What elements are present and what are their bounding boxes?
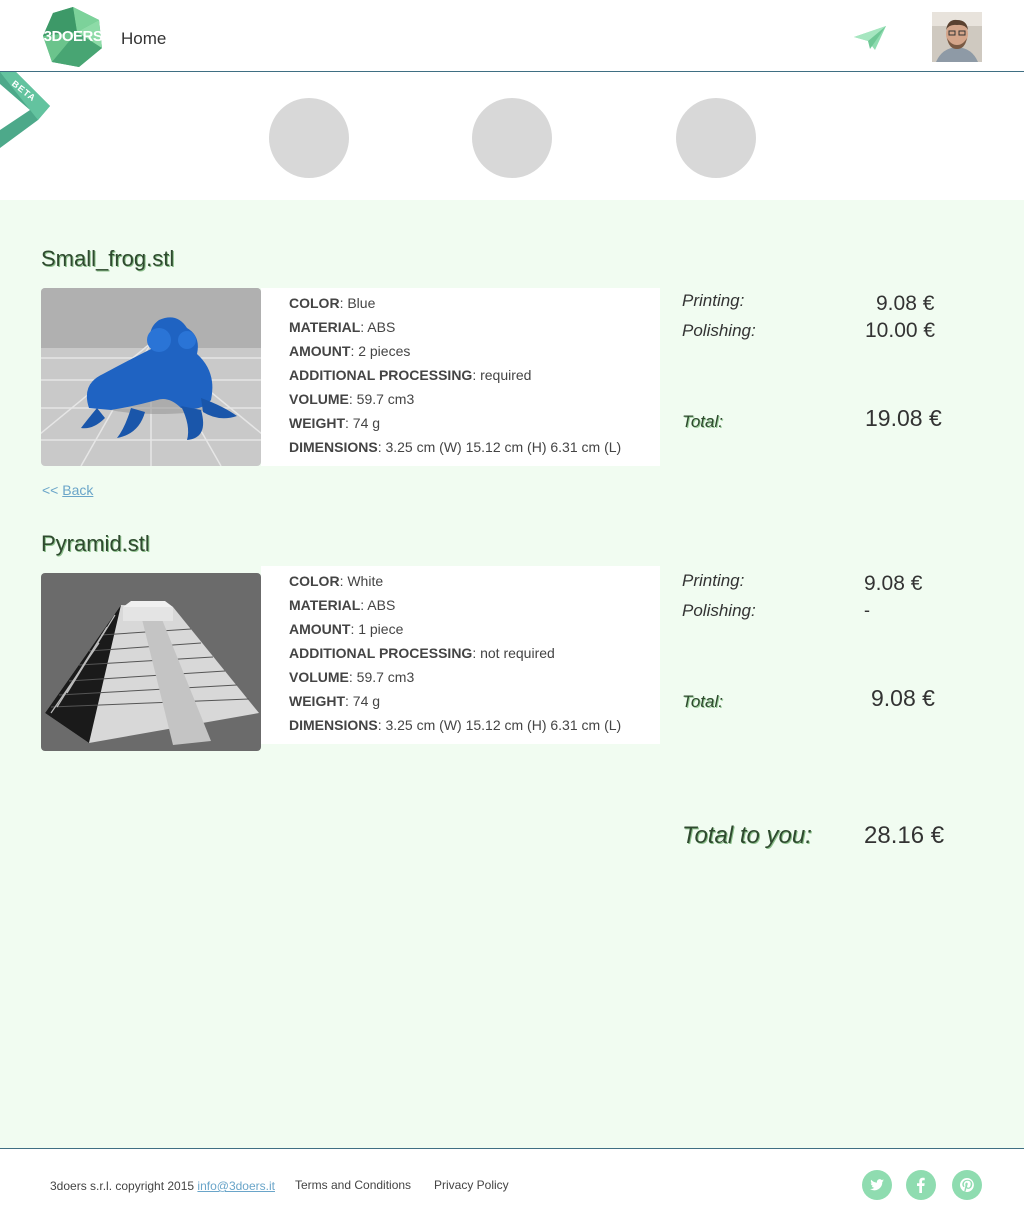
printing-value: 9.08 € [876,292,935,315]
item-total-value: 19.08 € [865,405,942,431]
footer-copyright: 3doers s.r.l. copyright 2015 info@3doers… [50,1179,275,1193]
order-summary: Small_frog.stl COLOR: Blue MATERIAL: ABS [0,200,1024,1148]
item-file-name: Pyramid.stl [41,531,150,556]
back-label: Back [62,482,94,498]
user-avatar-icon[interactable] [932,12,982,62]
detail-processing: ADDITIONAL PROCESSING: required [289,367,532,383]
detail-weight: WEIGHT: 74 g [289,693,381,709]
polishing-value: 10.00 € [865,319,936,342]
detail-color: COLOR: Blue [289,295,376,311]
detail-processing: ADDITIONAL PROCESSING: not required [289,645,555,661]
polishing-value: - [864,600,870,620]
detail-weight: WEIGHT: 74 g [289,415,381,431]
site-footer: 3doers s.r.l. copyright 2015 info@3doers… [0,1148,1024,1230]
item-file-name: Small_frog.stl [41,246,175,271]
grand-total-label: Total to you: [682,822,812,849]
printing-label: Printing: [682,571,745,590]
back-prefix: << [42,482,63,498]
paper-plane-icon[interactable] [853,25,887,51]
printing-label: Printing: [682,291,745,310]
logo[interactable]: 3DOERS [42,6,104,68]
detail-dimensions: DIMENSIONS: 3.25 cm (W) 15.12 cm (H) 6.3… [289,717,622,733]
beta-ribbon: BETA [0,72,60,152]
grand-total-value: 28.16 € [864,822,945,849]
item-total-value: 9.08 € [871,685,935,711]
item-total-label: Total: [682,692,723,711]
detail-volume: VOLUME: 59.7 cm3 [289,391,415,407]
steps-band [0,72,1024,200]
detail-volume: VOLUME: 59.7 cm3 [289,669,415,685]
detail-color: COLOR: White [289,573,384,589]
polishing-label: Polishing: [682,321,756,340]
logo-text: 3DOERS [43,28,103,45]
item-details: COLOR: White MATERIAL: ABS AMOUNT: 1 pie… [261,566,660,744]
item-total-label: Total: [682,412,723,431]
detail-amount: AMOUNT: 2 pieces [289,343,411,359]
detail-amount: AMOUNT: 1 piece [289,621,404,637]
detail-material: MATERIAL: ABS [289,597,396,613]
step-2[interactable] [472,98,552,178]
nav-home-link[interactable]: Home [121,29,166,49]
step-1[interactable] [269,98,349,178]
back-link[interactable]: << Back [42,482,93,498]
twitter-icon[interactable] [862,1170,892,1200]
facebook-icon[interactable] [906,1170,936,1200]
item-details: COLOR: Blue MATERIAL: ABS AMOUNT: 2 piec… [261,288,660,466]
terms-link[interactable]: Terms and Conditions [295,1178,411,1192]
privacy-link[interactable]: Privacy Policy [434,1178,509,1192]
pinterest-icon[interactable] [952,1170,982,1200]
detail-material: MATERIAL: ABS [289,319,396,335]
polishing-label: Polishing: [682,601,756,620]
printing-value: 9.08 € [864,572,923,595]
pyramid-model-icon [41,573,261,751]
detail-dimensions: DIMENSIONS: 3.25 cm (W) 15.12 cm (H) 6.3… [289,439,622,455]
step-3[interactable] [676,98,756,178]
footer-email-link[interactable]: info@3doers.it [197,1179,275,1193]
frog-model-icon [41,288,261,466]
site-header: 3DOERS Home [0,0,1024,72]
